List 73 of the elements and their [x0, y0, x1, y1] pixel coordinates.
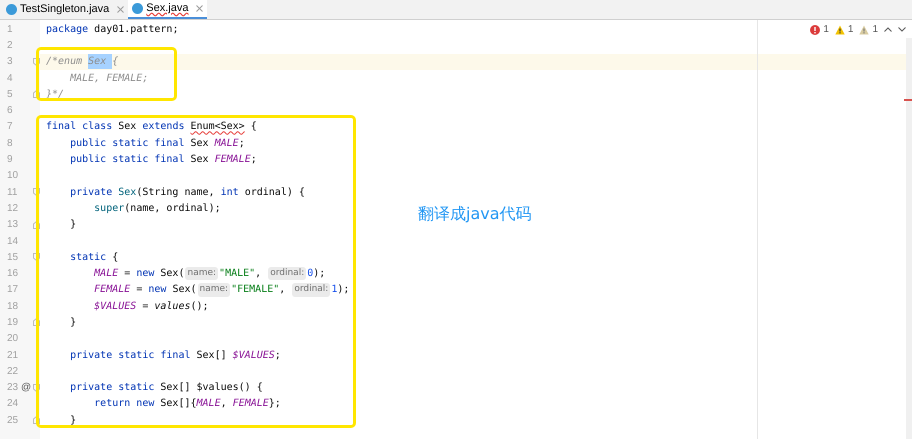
- code-line: FEMALE = new Sex( name: "FEMALE", ordinal: 1);: [93, 282, 350, 298]
- override-marker[interactable]: @: [21, 380, 32, 396]
- fold-marker-icon[interactable]: [33, 384, 40, 392]
- line-number: 19: [6, 316, 20, 330]
- chevron-up-icon[interactable]: [884, 27, 892, 32]
- code-line: public static final Sex FEMALE;: [69, 153, 257, 168]
- line-number: 15: [6, 250, 20, 265]
- code-line: final class Sex extends Enum<Sex> {: [46, 120, 257, 134]
- parameter-hint: ordinal:: [268, 266, 306, 280]
- class-file-icon: [6, 4, 17, 14]
- fold-marker-icon[interactable]: [33, 416, 40, 424]
- line-number: 16: [6, 267, 20, 282]
- fold-marker-icon[interactable]: [33, 188, 40, 196]
- problem-count: 1: [848, 23, 854, 37]
- line-number: 6: [6, 104, 14, 118]
- parameter-hint: ordinal:: [292, 283, 330, 297]
- line-number: 4: [6, 72, 14, 86]
- line-number: 2: [6, 38, 14, 53]
- line-number: 11: [6, 186, 18, 200]
- code-line: MALE = new Sex( name: "MALE", ordinal: 0);: [92, 266, 326, 282]
- line-number: 25: [6, 414, 20, 428]
- code-line: return new Sex[]{MALE, FEMALE};: [93, 397, 281, 412]
- line-number: 14: [6, 234, 20, 248]
- warning-icon: [859, 24, 870, 34]
- code-line: MALE, FEMALE;: [68, 72, 148, 86]
- fold-marker-icon[interactable]: [33, 253, 40, 262]
- fold-marker-icon[interactable]: [33, 90, 40, 98]
- line-number: 5: [6, 88, 14, 102]
- problem-count: 1: [823, 23, 829, 37]
- line-number: 12: [6, 202, 20, 216]
- code-line: }: [69, 316, 76, 330]
- line-number: 9: [6, 153, 14, 168]
- code-line: private static final Sex[] $VALUES;: [69, 348, 281, 363]
- code-line: }: [69, 218, 76, 232]
- line-number: 1: [6, 22, 14, 37]
- code-line: /*enum Sex {: [46, 54, 118, 70]
- code-line: private Sex(String name, int ordinal) {: [69, 186, 305, 200]
- parameter-hint: name:: [185, 266, 218, 280]
- code-line: super(name, ordinal);: [93, 202, 221, 216]
- line-number: 7: [6, 120, 14, 134]
- line-number: 20: [6, 332, 20, 346]
- code-line: static {: [69, 250, 118, 265]
- code-line: private static Sex[] $values() {: [69, 381, 263, 396]
- error-icon: [810, 24, 820, 34]
- line-number: 24: [6, 397, 20, 412]
- code-line: $VALUES = values();: [93, 300, 209, 314]
- fold-marker-icon[interactable]: [33, 318, 40, 326]
- annotation-text: 翻译成java代码: [418, 203, 532, 225]
- warning-icon: [834, 24, 845, 34]
- editor-tab[interactable]: TestSingleton.java: [2, 0, 128, 19]
- fold-marker-icon[interactable]: [33, 58, 40, 66]
- line-number: 3: [6, 55, 14, 70]
- code-line: }: [69, 414, 76, 428]
- chevron-down-icon[interactable]: [898, 27, 906, 32]
- problem-count: 1: [872, 23, 878, 37]
- code-line: package day01.pattern;: [46, 22, 178, 37]
- code-line: }*/: [46, 88, 64, 102]
- editor-tab[interactable]: Sex.java: [128, 0, 208, 19]
- line-number: 13: [6, 218, 20, 232]
- line-number: 23: [6, 381, 20, 396]
- close-icon[interactable]: [117, 6, 124, 12]
- line-number: 18: [6, 300, 20, 314]
- line-number: 17: [6, 283, 20, 298]
- fold-marker-icon[interactable]: [33, 220, 40, 229]
- class-file-icon: [132, 2, 144, 14]
- error-stripe: [904, 99, 912, 101]
- line-number: 10: [6, 169, 20, 184]
- line-number: 8: [6, 136, 14, 151]
- line-number: 21: [6, 348, 20, 363]
- close-icon[interactable]: [196, 4, 204, 12]
- line-number: 22: [6, 364, 20, 379]
- parameter-hint: name:: [198, 283, 230, 297]
- code-line: public static final Sex MALE;: [69, 136, 245, 151]
